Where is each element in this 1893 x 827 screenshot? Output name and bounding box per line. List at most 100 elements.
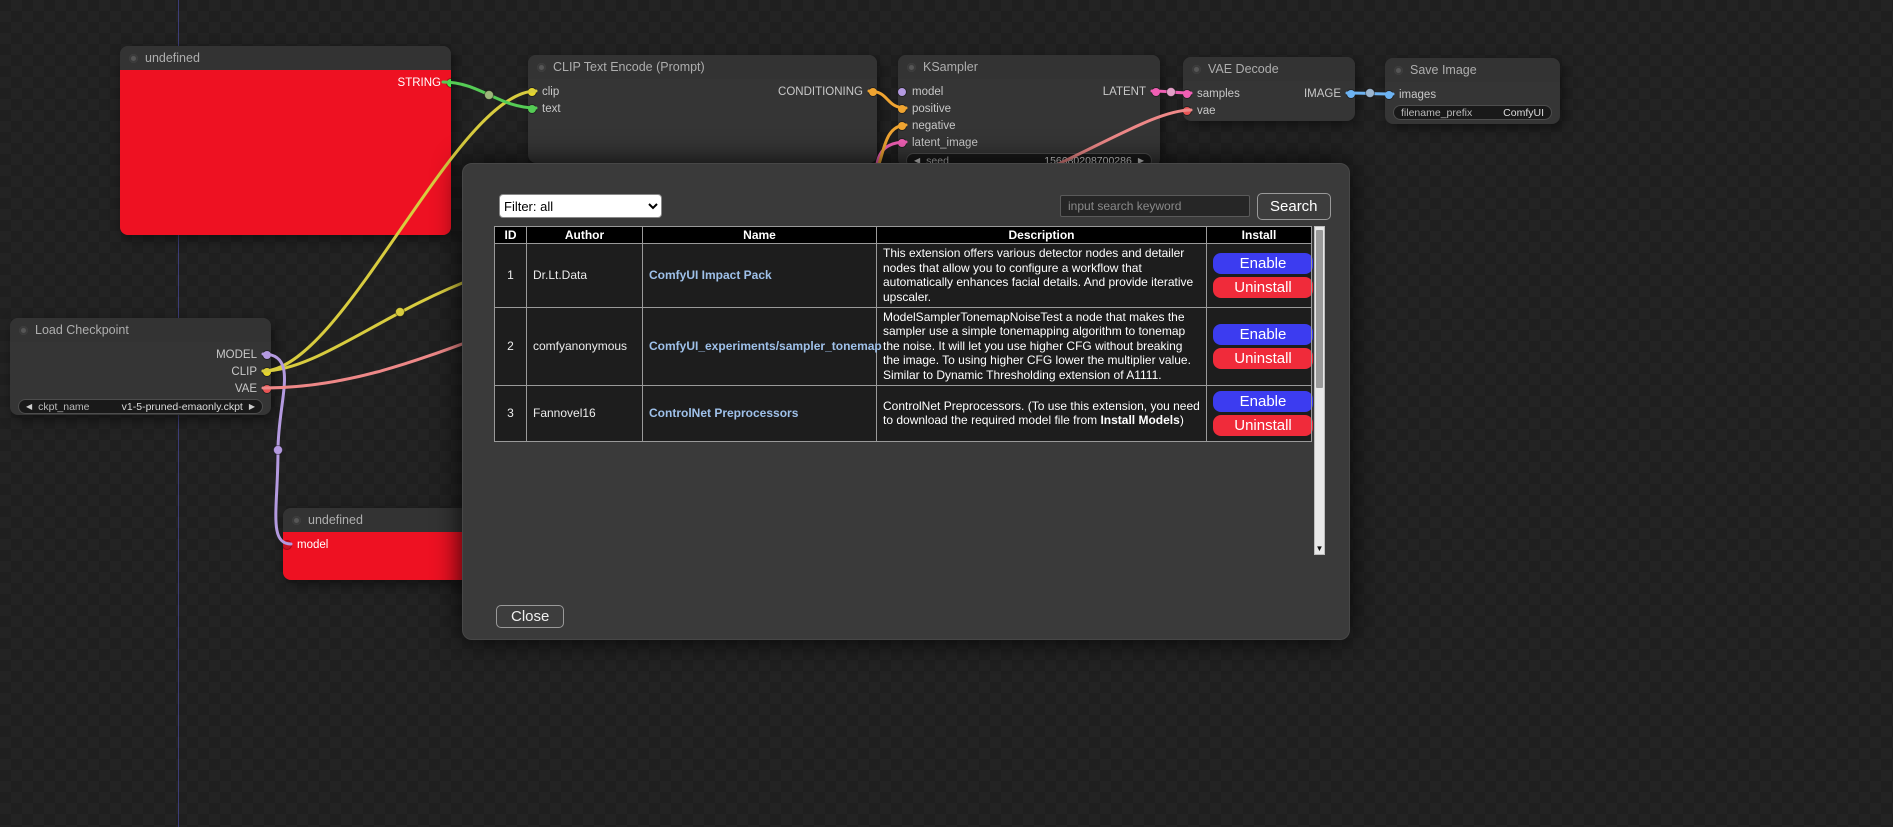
input-label-clip: clip xyxy=(542,86,559,98)
input-dot-positive[interactable] xyxy=(898,105,906,113)
decrement-arrow-icon[interactable]: ◀ xyxy=(26,403,32,411)
ckpt-name-widget[interactable]: ◀ ckpt_name v1-5-pruned-emaonly.ckpt ▶ xyxy=(18,399,263,414)
node-title-bar[interactable]: CLIP Text Encode (Prompt) xyxy=(528,55,877,79)
node-graph-canvas[interactable]: undefined STRING CLIP Text Encode (Promp… xyxy=(0,0,1893,827)
input-dot-model[interactable] xyxy=(283,541,291,549)
table-scrollbar[interactable]: ▼ xyxy=(1314,226,1325,555)
output-label-clip: CLIP xyxy=(231,366,257,378)
node-save-image[interactable]: Save Image images filename_prefix ComfyU… xyxy=(1385,58,1560,124)
cell-id: 3 xyxy=(495,385,527,441)
input-label-positive: positive xyxy=(912,103,951,115)
input-dot-text[interactable] xyxy=(528,105,536,113)
node-clip-text-encode[interactable]: CLIP Text Encode (Prompt) clip CONDITION… xyxy=(528,55,877,163)
enable-button[interactable]: Enable xyxy=(1213,253,1313,274)
scrollbar-thumb[interactable] xyxy=(1316,230,1323,388)
output-dot-vae[interactable] xyxy=(263,385,271,393)
node-title-bar[interactable]: undefined xyxy=(120,46,451,70)
collapse-dot-icon[interactable] xyxy=(1192,65,1201,74)
collapse-dot-icon[interactable] xyxy=(129,54,138,63)
column-header-description: Description xyxy=(877,227,1207,244)
output-label-model: MODEL xyxy=(216,349,257,361)
column-header-name: Name xyxy=(643,227,877,244)
output-dot-model[interactable] xyxy=(263,351,271,359)
scroll-down-arrow-icon[interactable]: ▼ xyxy=(1315,543,1324,554)
ckpt-name-label: ckpt_name xyxy=(38,401,89,413)
node-title: undefined xyxy=(308,513,363,527)
uninstall-button[interactable]: Uninstall xyxy=(1213,415,1313,436)
link-midpoint-dot xyxy=(1167,88,1176,97)
output-dot-clip[interactable] xyxy=(263,368,271,376)
filename-prefix-widget[interactable]: filename_prefix ComfyUI xyxy=(1393,105,1552,120)
extension-row: 3 Fannovel16 ControlNet Preprocessors Co… xyxy=(495,385,1312,441)
node-title: undefined xyxy=(145,51,200,65)
collapse-dot-icon[interactable] xyxy=(292,516,301,525)
cell-author: comfyanonymous xyxy=(527,307,643,385)
output-label-string: STRING xyxy=(398,77,441,89)
increment-arrow-icon[interactable]: ▶ xyxy=(249,403,255,411)
input-label-model: model xyxy=(297,539,328,551)
input-dot-samples[interactable] xyxy=(1183,90,1191,98)
column-header-author: Author xyxy=(527,227,643,244)
search-button[interactable]: Search xyxy=(1257,193,1331,220)
output-dot-image[interactable] xyxy=(1347,90,1355,98)
collapse-dot-icon[interactable] xyxy=(19,326,28,335)
close-button[interactable]: Close xyxy=(496,605,564,628)
input-label-latent-image: latent_image xyxy=(912,137,978,149)
input-dot-latent-image[interactable] xyxy=(898,139,906,147)
output-label-conditioning: CONDITIONING xyxy=(778,86,863,98)
extension-link[interactable]: ComfyUI_experiments/sampler_tonemap xyxy=(649,339,882,353)
link-midpoint-dot xyxy=(396,308,405,317)
collapse-dot-icon[interactable] xyxy=(907,63,916,72)
input-dot-model[interactable] xyxy=(898,88,906,96)
collapse-dot-icon[interactable] xyxy=(537,63,546,72)
input-dot-clip[interactable] xyxy=(528,88,536,96)
node-load-checkpoint[interactable]: Load Checkpoint MODEL CLIP VAE xyxy=(10,318,271,415)
output-dot-latent[interactable] xyxy=(1152,88,1160,96)
collapse-dot-icon[interactable] xyxy=(1394,66,1403,75)
input-label-samples: samples xyxy=(1197,88,1240,100)
node-undefined-top[interactable]: undefined STRING xyxy=(120,46,451,235)
extension-manager-dialog: Filter: all Search ID Author Name Descri… xyxy=(462,163,1350,640)
wire-string-to-text xyxy=(443,82,536,108)
output-label-vae: VAE xyxy=(235,383,257,395)
column-header-install: Install xyxy=(1207,227,1312,244)
node-title-bar[interactable]: Save Image xyxy=(1385,58,1560,82)
input-dot-negative[interactable] xyxy=(898,122,906,130)
enable-button[interactable]: Enable xyxy=(1213,324,1313,345)
node-title: VAE Decode xyxy=(1208,62,1279,76)
uninstall-button[interactable]: Uninstall xyxy=(1213,348,1313,369)
input-dot-images[interactable] xyxy=(1385,91,1393,99)
extension-link[interactable]: ComfyUI Impact Pack xyxy=(649,268,772,282)
node-title-bar[interactable]: Load Checkpoint xyxy=(10,318,271,342)
ckpt-name-value: v1-5-pruned-emaonly.ckpt xyxy=(122,401,243,413)
cell-install: Enable Uninstall xyxy=(1207,385,1312,441)
uninstall-button[interactable]: Uninstall xyxy=(1213,277,1313,298)
input-label-text: text xyxy=(542,103,561,115)
extension-row: 1 Dr.Lt.Data ComfyUI Impact Pack This ex… xyxy=(495,244,1312,308)
input-label-model: model xyxy=(912,86,943,98)
node-title-bar[interactable]: VAE Decode xyxy=(1183,57,1355,81)
cell-install: Enable Uninstall xyxy=(1207,307,1312,385)
enable-button[interactable]: Enable xyxy=(1213,391,1313,412)
output-dot-string[interactable] xyxy=(447,79,451,87)
node-ksampler[interactable]: KSampler model LATENT positive xyxy=(898,55,1160,167)
input-dot-vae[interactable] xyxy=(1183,107,1191,115)
extension-table: ID Author Name Description Install 1 Dr.… xyxy=(494,226,1312,442)
extension-link[interactable]: ControlNet Preprocessors xyxy=(649,406,798,420)
cell-id: 2 xyxy=(495,307,527,385)
cell-id: 1 xyxy=(495,244,527,308)
link-midpoint-dot xyxy=(485,91,494,100)
node-title-bar[interactable]: KSampler xyxy=(898,55,1160,79)
node-title: KSampler xyxy=(923,60,978,74)
filter-select[interactable]: Filter: all xyxy=(499,194,662,218)
input-label-images: images xyxy=(1399,89,1436,101)
extension-row: 2 comfyanonymous ComfyUI_experiments/sam… xyxy=(495,307,1312,385)
search-input[interactable] xyxy=(1060,195,1250,217)
node-title: CLIP Text Encode (Prompt) xyxy=(553,60,705,74)
output-dot-conditioning[interactable] xyxy=(869,88,877,96)
input-label-negative: negative xyxy=(912,120,955,132)
link-midpoint-dot xyxy=(1366,89,1375,98)
filename-prefix-value: ComfyUI xyxy=(1503,107,1544,119)
table-header-row: ID Author Name Description Install xyxy=(495,227,1312,244)
node-vae-decode[interactable]: VAE Decode samples IMAGE vae xyxy=(1183,57,1355,121)
